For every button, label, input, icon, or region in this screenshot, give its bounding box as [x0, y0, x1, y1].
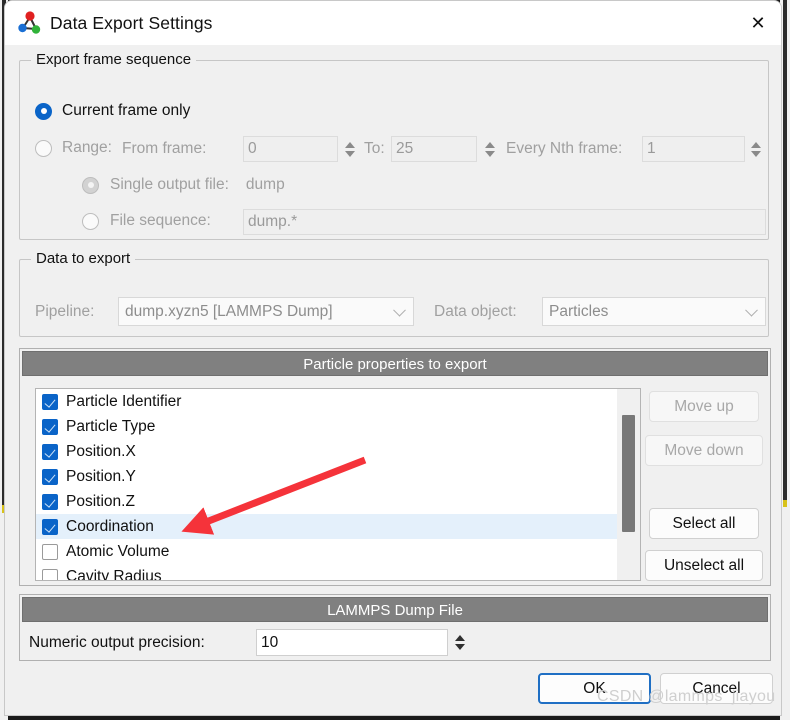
particle-properties-header: Particle properties to export: [22, 351, 768, 376]
file-sequence-option[interactable]: File sequence:: [82, 212, 211, 230]
current-frame-only-option[interactable]: Current frame only: [35, 102, 190, 120]
list-item-label: Cavity Radius: [66, 567, 162, 581]
pipeline-value: dump.xyzn5 [LAMMPS Dump]: [125, 302, 333, 320]
list-item[interactable]: Coordination: [36, 514, 640, 539]
unselect-all-button[interactable]: Unselect all: [645, 550, 763, 581]
particle-properties-list[interactable]: Particle Identifier Particle Type Position…: [35, 388, 641, 581]
list-item[interactable]: Position.X: [36, 439, 640, 464]
chevron-down-icon: [393, 303, 406, 317]
pipeline-select[interactable]: dump.xyzn5 [LAMMPS Dump]: [118, 297, 414, 326]
chevron-down-icon: [745, 303, 758, 317]
list-item-label: Atomic Volume: [66, 542, 170, 560]
every-nth-frame-label: Every Nth frame:: [506, 140, 623, 157]
list-item-label: Coordination: [66, 517, 154, 535]
every-nth-frame-spinner[interactable]: [747, 136, 764, 163]
data-object-value: Particles: [549, 302, 609, 320]
checkbox-icon[interactable]: [42, 543, 58, 560]
range-radio[interactable]: [35, 139, 52, 157]
title-bar: Data Export Settings ✕: [5, 1, 781, 45]
checkbox-icon[interactable]: [42, 568, 58, 580]
checkbox-icon[interactable]: [42, 518, 58, 535]
pipeline-label: Pipeline:: [35, 303, 95, 320]
data-export-settings-dialog: Data Export Settings ✕ Export frame sequ…: [4, 0, 782, 716]
checkbox-icon[interactable]: [42, 493, 58, 510]
properties-list-scrollbar[interactable]: [617, 389, 640, 580]
data-object-label: Data object:: [434, 303, 517, 320]
select-all-button[interactable]: Select all: [649, 508, 759, 539]
current-frame-only-radio[interactable]: [35, 102, 52, 120]
list-item-label: Particle Type: [66, 417, 156, 435]
watermark: CSDN @lammps_jiayou: [597, 688, 776, 705]
from-frame-input[interactable]: 0: [243, 136, 338, 162]
list-item[interactable]: Position.Z: [36, 489, 640, 514]
export-frame-sequence-legend: Export frame sequence: [31, 51, 197, 68]
single-output-file-radio[interactable]: [82, 176, 99, 194]
numeric-precision-input[interactable]: 10: [256, 629, 448, 656]
list-item[interactable]: Particle Type: [36, 414, 640, 439]
to-label: To:: [364, 140, 385, 157]
list-item-label: Position.Y: [66, 467, 136, 485]
checkbox-icon[interactable]: [42, 443, 58, 460]
file-sequence-radio[interactable]: [82, 212, 99, 230]
move-up-button[interactable]: Move up: [649, 391, 759, 422]
current-frame-only-label: Current frame only: [62, 102, 191, 119]
range-option[interactable]: Range:: [35, 139, 112, 157]
data-object-select[interactable]: Particles: [542, 297, 766, 326]
file-sequence-input[interactable]: dump.*: [243, 209, 766, 235]
single-output-file-option[interactable]: Single output file: dump: [82, 176, 285, 194]
particle-properties-list-body: Particle Identifier Particle Type Position…: [36, 389, 640, 581]
single-output-file-label: Single output file:: [110, 176, 229, 193]
list-item-label: Position.Z: [66, 492, 135, 510]
list-item[interactable]: Position.Y: [36, 464, 640, 489]
list-item[interactable]: Particle Identifier: [36, 389, 640, 414]
list-item[interactable]: Cavity Radius: [36, 564, 640, 581]
to-frame-input[interactable]: 25: [391, 136, 477, 162]
properties-list-scrollbar-thumb[interactable]: [622, 415, 635, 532]
move-down-button[interactable]: Move down: [645, 435, 763, 466]
single-output-file-value: dump: [245, 176, 285, 193]
from-frame-label: From frame:: [122, 140, 207, 157]
data-to-export-legend: Data to export: [31, 250, 136, 267]
checkbox-icon[interactable]: [42, 393, 58, 410]
molecule-icon: [17, 10, 43, 36]
lammps-dump-file-header: LAMMPS Dump File: [22, 597, 768, 622]
checkbox-icon[interactable]: [42, 418, 58, 435]
numeric-precision-spinner[interactable]: [451, 629, 468, 656]
list-item-label: Position.X: [66, 442, 136, 460]
to-frame-spinner[interactable]: [481, 136, 498, 163]
every-nth-frame-input[interactable]: 1: [642, 136, 745, 162]
close-icon[interactable]: ✕: [735, 1, 781, 45]
list-item[interactable]: Atomic Volume: [36, 539, 640, 564]
from-frame-spinner[interactable]: [341, 136, 358, 163]
checkbox-icon[interactable]: [42, 468, 58, 485]
file-sequence-label: File sequence:: [110, 212, 211, 229]
numeric-precision-label: Numeric output precision:: [29, 634, 205, 651]
list-item-label: Particle Identifier: [66, 392, 182, 410]
range-label: Range:: [62, 139, 112, 156]
page-title: Data Export Settings: [50, 12, 213, 33]
